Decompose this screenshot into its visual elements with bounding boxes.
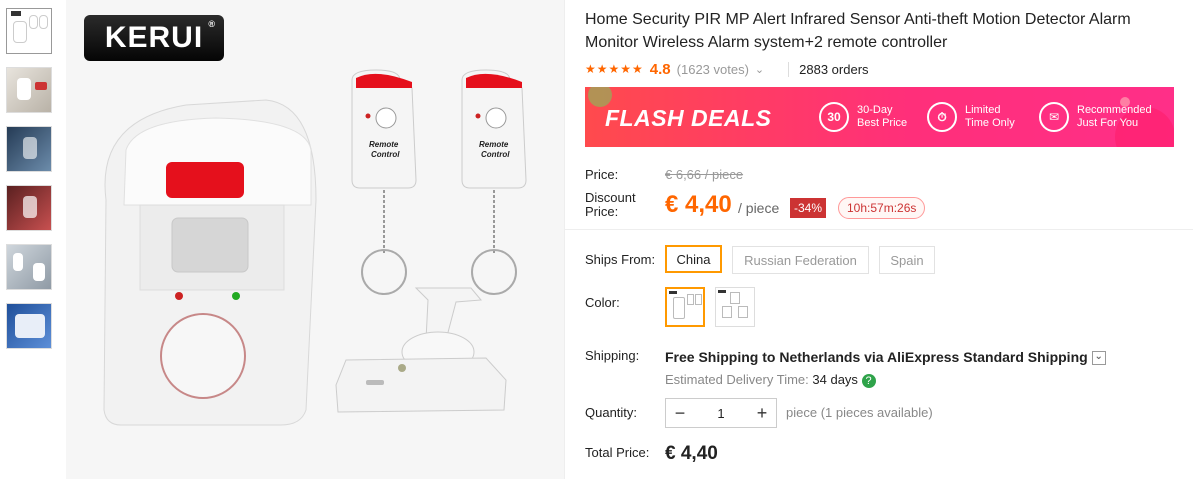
feature-3-line2: Just For You (1077, 117, 1139, 129)
image-divider (564, 0, 565, 479)
discount-badge: -34% (790, 198, 827, 218)
price-box: Price: € 6,66 / piece Discount Price: € … (585, 159, 1180, 239)
ships-from-spain[interactable]: Spain (879, 246, 935, 274)
product-details: Home Security PIR MP Alert Infrared Sens… (585, 8, 1180, 239)
svg-text:Remote: Remote (479, 140, 509, 149)
ships-from-russia[interactable]: Russian Federation (732, 246, 869, 274)
price-unit: / piece (738, 200, 780, 216)
rating-score: 4.8 (649, 60, 671, 78)
thumbnail-6[interactable] (6, 303, 52, 349)
thumbnail-5[interactable] (6, 244, 52, 290)
feature-best-price: 30 30-Day Best Price (819, 102, 907, 132)
gift-box-icon: ✉ (1039, 102, 1069, 132)
chevron-down-icon[interactable]: ⌄ (755, 63, 764, 76)
rating-row: ★★★★★ 4.8 (1623 votes) ⌄ 2883 orders (585, 59, 1180, 79)
quantity-stepper[interactable]: − 1 + (665, 398, 777, 428)
flash-deals-banner[interactable]: FLASH DEALS 30 30-Day Best Price ⏱ Limite… (585, 87, 1174, 147)
quantity-increase-button[interactable]: + (748, 403, 776, 424)
ships-from-china[interactable]: China (665, 245, 722, 273)
main-product-image: KERUI ® Remote Control Remote Control (66, 0, 564, 479)
feature-recommended: ✉ Recommended Just For You (1039, 102, 1152, 132)
total-price-label: Total Price: (585, 445, 650, 460)
thumbnail-2[interactable] (6, 67, 52, 113)
rating-stars: ★★★★★ (585, 62, 644, 76)
shipping-method[interactable]: Free Shipping to Netherlands via AliExpr… (665, 349, 1106, 366)
votes-link[interactable]: (1623 votes) (677, 62, 749, 77)
flash-deals-title: FLASH DEALS (605, 105, 772, 131)
ships-from-label: Ships From: (585, 252, 656, 267)
product-title: Home Security PIR MP Alert Infrared Sens… (585, 11, 1131, 51)
original-price: € 6,66 / piece (665, 167, 744, 182)
chevron-down-icon[interactable]: ⌄ (1091, 351, 1106, 366)
help-icon[interactable]: ? (861, 373, 876, 388)
color-option-1[interactable] (665, 287, 705, 327)
product-illustration: Remote Control Remote Control (103, 69, 527, 426)
section-divider (564, 229, 1193, 230)
quantity-value[interactable]: 1 (717, 406, 724, 421)
discount-label-line2: Price: (585, 204, 619, 219)
shipping-method-text: Free Shipping to Netherlands via AliExpr… (665, 349, 1088, 365)
quantity-availability: piece (1 pieces available) (786, 405, 933, 420)
delivery-estimate: Estimated Delivery Time: 34 days ? (665, 372, 876, 388)
quantity-label: Quantity: (585, 405, 638, 420)
svg-text:Control: Control (371, 150, 400, 159)
countdown-timer: 10h:57m:26s (838, 197, 926, 219)
thumbnail-list (6, 8, 56, 362)
orders-count: 2883 orders (788, 61, 869, 77)
color-label: Color: (585, 295, 620, 310)
discount-label-line1: Discount (585, 190, 636, 205)
delivery-days: 34 days (812, 372, 858, 387)
svg-text:Remote: Remote (369, 140, 399, 149)
delivery-label: Estimated Delivery Time: (665, 372, 809, 387)
feature-1-line1: 30-Day (857, 104, 893, 116)
calendar-30-icon: 30 (819, 102, 849, 132)
feature-1-line2: Best Price (857, 117, 908, 129)
feature-3-line1: Recommended (1077, 104, 1152, 116)
current-price: € 4,40 (665, 191, 732, 218)
feature-limited-time: ⏱ Limited Time Only (927, 102, 1015, 132)
svg-text:Control: Control (481, 150, 510, 159)
color-option-2[interactable] (715, 287, 755, 327)
thumbnail-3[interactable] (6, 126, 52, 172)
thumbnail-1[interactable] (6, 8, 52, 54)
price-label: Price: (585, 167, 619, 182)
thumbnail-4[interactable] (6, 185, 52, 231)
shipping-label: Shipping: (585, 348, 640, 363)
quantity-decrease-button[interactable]: − (666, 403, 694, 424)
feature-2-line2: Time Only (965, 117, 1015, 129)
feature-2-line1: Limited (965, 104, 1001, 116)
clock-icon: ⏱ (927, 102, 957, 132)
discount-price-label: Discount Price: (585, 191, 636, 219)
total-price: € 4,40 (665, 443, 718, 464)
